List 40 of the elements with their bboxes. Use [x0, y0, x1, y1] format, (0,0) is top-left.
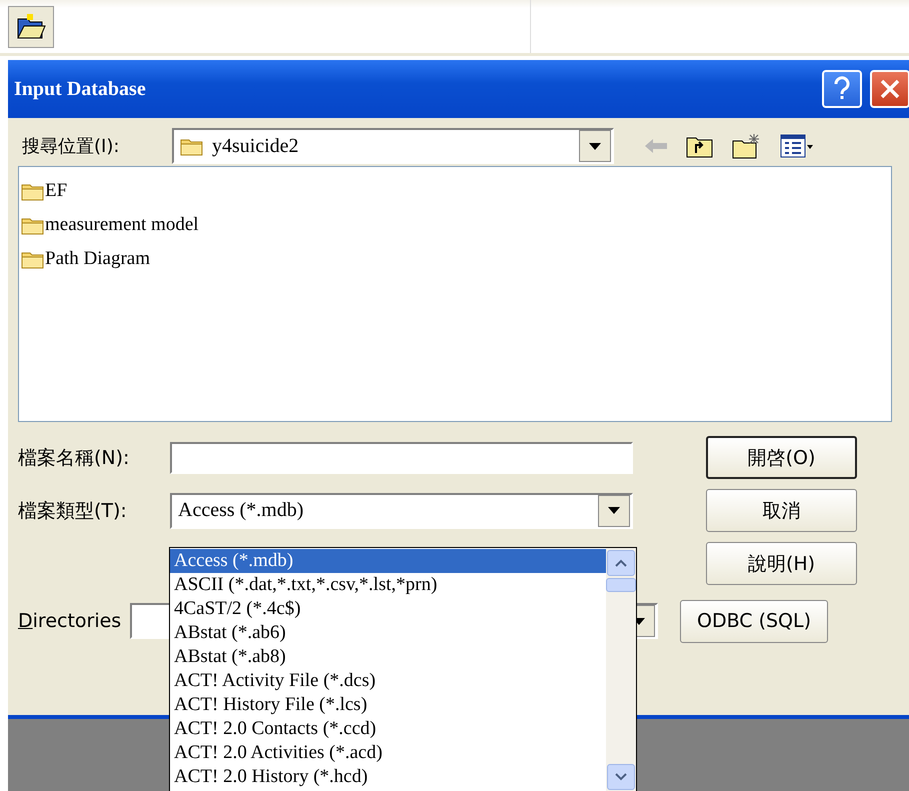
- file-type-option[interactable]: ACT! 2.0 Contacts (*.ccd): [170, 717, 606, 741]
- help-button[interactable]: [822, 70, 862, 108]
- dialog-button[interactable]: 開啓(O): [706, 436, 857, 479]
- field-label: 搜尋位置(I):: [21, 135, 120, 158]
- view-menu-icon[interactable]: [780, 134, 814, 158]
- scroll-down-button[interactable]: [607, 764, 635, 790]
- window-title: Input Database: [14, 78, 147, 100]
- close-button[interactable]: [870, 70, 909, 108]
- file-type-option[interactable]: ABstat (*.ab6): [170, 621, 606, 645]
- chevron-down-icon: [615, 773, 627, 781]
- file-type-option[interactable]: ACT! Activity File (*.dcs): [170, 669, 606, 693]
- file-type-option[interactable]: ACT! History File (*.lcs): [170, 693, 606, 717]
- file-type-option[interactable]: 4CaST/2 (*.4c$): [170, 597, 606, 621]
- file-type-option[interactable]: Access (*.mdb): [170, 549, 606, 573]
- question-mark-icon: [833, 76, 851, 102]
- folder-name[interactable]: EF: [45, 180, 68, 202]
- file-name-field[interactable]: [170, 442, 633, 474]
- scroll-up-button[interactable]: [607, 550, 635, 576]
- close-icon: [879, 78, 901, 100]
- folder-name[interactable]: measurement model: [45, 214, 199, 236]
- field-label: 檔案名稱(N):: [18, 446, 130, 470]
- dialog-button[interactable]: 取消: [706, 489, 857, 532]
- chevron-up-icon: [615, 559, 627, 567]
- dialog-button[interactable]: 說明(H): [706, 542, 857, 585]
- file-type-option[interactable]: ABstat (*.ab8): [170, 645, 606, 669]
- file-type-dropdown[interactable]: Access (*.mdb): [170, 492, 633, 528]
- file-type-option[interactable]: ASCII (*.dat,*.txt,*.csv,*.lst,*prn): [170, 573, 606, 597]
- dialog-button[interactable]: ODBC (SQL): [680, 600, 828, 642]
- location-dropdown[interactable]: y4suicide2: [172, 128, 614, 164]
- file-type-option[interactable]: ACT! 2.0 History (*.hcd): [170, 765, 606, 789]
- file-type-option[interactable]: ACT! 2.0 Activities (*.acd): [170, 741, 606, 765]
- open-folder-button[interactable]: [8, 6, 54, 48]
- field-label: 檔案類型(T):: [18, 498, 128, 524]
- dropdown-arrow-icon: [608, 507, 620, 514]
- open-folder-icon: [15, 12, 47, 40]
- folder-name[interactable]: Path Diagram: [45, 248, 150, 270]
- new-folder-icon[interactable]: [732, 133, 762, 159]
- field-label: Directories: [18, 610, 122, 632]
- dropdown-arrow-icon: [589, 142, 601, 150]
- scroll-thumb[interactable]: [606, 578, 636, 592]
